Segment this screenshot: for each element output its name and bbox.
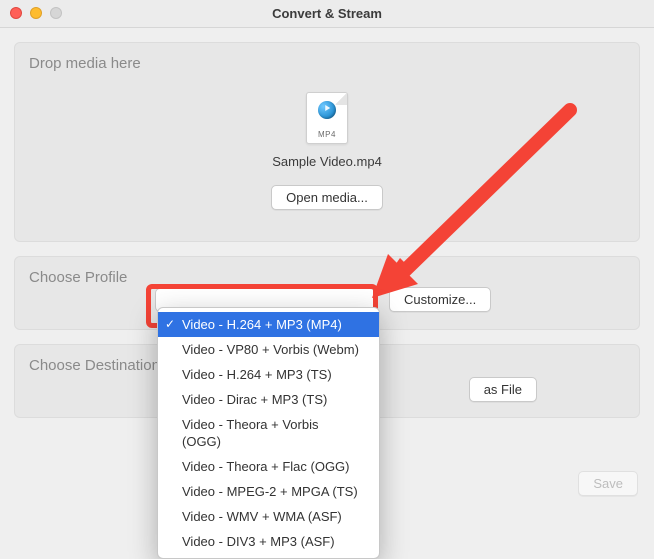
- profile-option[interactable]: Video - H.264 + MP3 (MP4): [158, 312, 379, 337]
- file-name-label: Sample Video.mp4: [272, 154, 382, 169]
- profile-option[interactable]: Video - H.264 + MP3 (TS): [158, 362, 379, 387]
- file-icon: MP4: [306, 92, 348, 144]
- dropped-file[interactable]: MP4 Sample Video.mp4: [272, 92, 382, 169]
- drop-media-title: Drop media here: [29, 55, 141, 72]
- profile-option[interactable]: Video - Theora + Vorbis (OGG): [158, 412, 379, 454]
- profile-option[interactable]: Video - WMV + WMA (ASF): [158, 504, 379, 529]
- save-as-file-button[interactable]: as File: [469, 377, 537, 402]
- zoom-window-button: [50, 7, 62, 19]
- profile-option[interactable]: Video - MPEG-2 + MPGA (TS): [158, 479, 379, 504]
- profile-option[interactable]: Video - VP80 + Vorbis (Webm): [158, 337, 379, 362]
- titlebar: Convert & Stream: [0, 0, 654, 28]
- profile-option[interactable]: Video - Theora + Flac (OGG): [158, 454, 379, 479]
- profile-dropdown-popup[interactable]: Video - H.264 + MP3 (MP4)Video - VP80 + …: [157, 307, 380, 559]
- window-controls: [10, 7, 62, 19]
- open-media-button[interactable]: Open media...: [271, 185, 383, 210]
- save-button[interactable]: Save: [578, 471, 638, 496]
- drop-media-panel[interactable]: Drop media here MP4 Sample Video.mp4 Ope…: [14, 42, 640, 242]
- choose-profile-title: Choose Profile: [29, 269, 625, 286]
- profile-option[interactable]: Video - Dirac + MP3 (TS): [158, 387, 379, 412]
- play-glyph-icon: [325, 105, 330, 111]
- profile-option[interactable]: Video - DIV3 + MP3 (ASF): [158, 529, 379, 554]
- file-ext-label: MP4: [307, 130, 347, 139]
- window-title: Convert & Stream: [272, 6, 382, 21]
- minimize-window-button[interactable]: [30, 7, 42, 19]
- close-window-button[interactable]: [10, 7, 22, 19]
- customize-button[interactable]: Customize...: [389, 287, 491, 312]
